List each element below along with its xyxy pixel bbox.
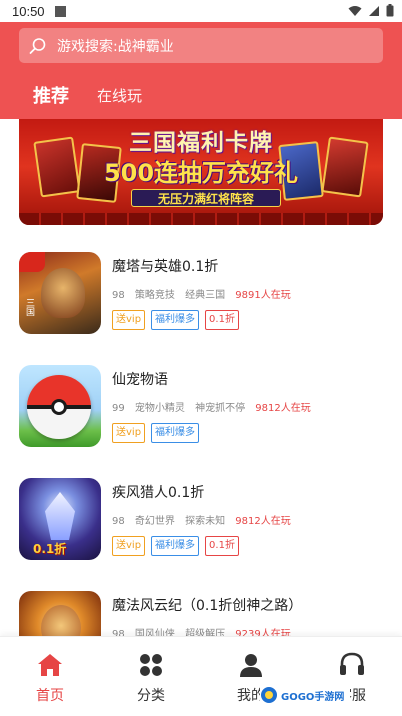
game-score: 98 [112,516,125,527]
game-item[interactable]: 0.1折 疾风猎人0.1折 98 奇幻世界 探索未知 9812人在玩 送vip … [0,466,402,566]
game-thumbnail: 三国 [19,252,101,334]
banner-title: 三国福利卡牌 [129,130,273,156]
game-meta: 99 宠物小精灵 神宠抓不停 9812人在玩 [112,399,318,414]
game-meta: 98 奇幻世界 探索未知 9812人在玩 [112,512,298,527]
grid-icon [140,654,162,676]
signal-icon [369,5,379,16]
tab-recommend[interactable]: 推荐 [33,82,69,108]
discount-corner [19,252,45,272]
banner-subtitle: 500连抽万充好礼 [103,159,299,187]
game-category: 策略竞技 [134,290,175,301]
headset-icon [340,652,364,675]
game-item[interactable]: 三国 魔塔与英雄0.1折 98 策略竞技 经典三国 9891人在玩 送vip 福… [0,240,402,340]
notification-icon [54,5,66,17]
thumbnail-label: 三国 [24,298,34,316]
game-meta: 98 策略竞技 经典三国 9891人在玩 [112,286,298,301]
game-tags: 送vip 福利爆多 0.1折 [112,310,245,330]
game-tags: 送vip 福利爆多 0.1折 [112,536,245,556]
game-title: 魔法风云纪（0.1折创神之路） [112,598,303,614]
tag-discount: 0.1折 [205,310,239,330]
app-header: 游戏搜索:战神霸业 推荐 在线玩 [0,22,402,119]
tag-vip: 送vip [112,423,146,443]
tag-welfare: 福利爆多 [151,310,200,330]
pokeball-button [51,399,67,415]
user-icon [240,654,262,677]
online-count: 9891人在玩 [235,290,291,301]
status-icons [348,4,394,17]
hero-figure [41,268,85,318]
tag-discount: 0.1折 [205,536,239,556]
tag-welfare: 福利爆多 [151,423,200,443]
search-input[interactable]: 游戏搜索:战神霸业 [19,28,383,63]
top-tabs: 推荐 在线玩 [33,82,142,108]
nav-category[interactable]: 分类 [101,637,201,716]
thumbnail-label: 0.1折 [33,542,67,556]
banner-border [19,213,383,225]
game-title: 仙宠物语 [112,372,168,388]
search-icon [29,37,46,54]
tab-play-online[interactable]: 在线玩 [97,85,142,106]
game-title: 疾风猎人0.1折 [112,485,205,501]
online-count: 9812人在玩 [255,403,311,414]
nav-home[interactable]: 首页 [0,637,100,716]
online-count: 9812人在玩 [235,516,291,527]
status-time: 10:50 [12,3,45,19]
status-bar: 10:50 [0,0,402,22]
game-score: 99 [112,403,125,414]
nav-label: 分类 [137,688,165,704]
site-watermark: GOGO手游网 [260,684,350,706]
game-tags: 送vip 福利爆多 [112,423,205,443]
watermark-logo-icon [261,687,277,703]
game-title: 魔塔与英雄0.1折 [112,259,219,275]
game-category: 神宠抓不停 [195,403,246,414]
game-category: 宠物小精灵 [134,403,185,414]
hero-figure [45,492,75,540]
game-score: 98 [112,290,125,301]
game-category: 奇幻世界 [134,516,175,527]
game-category: 经典三国 [185,290,226,301]
battery-icon [386,4,394,17]
game-item[interactable]: 仙宠物语 99 宠物小精灵 神宠抓不停 9812人在玩 送vip 福利爆多 [0,353,402,453]
game-thumbnail [19,365,101,447]
tag-vip: 送vip [112,310,146,330]
promo-banner[interactable]: 三国福利卡牌 500连抽万充好礼 无压力满红将阵容 [19,119,383,225]
search-placeholder: 游戏搜索:战神霸业 [57,38,174,55]
game-category: 探索未知 [185,516,226,527]
tag-vip: 送vip [112,536,146,556]
game-thumbnail: 0.1折 [19,478,101,560]
home-icon [38,654,62,676]
nav-label: 首页 [36,688,64,704]
banner-tagline: 无压力满红将阵容 [131,189,281,207]
tag-welfare: 福利爆多 [151,536,200,556]
watermark-text: GOGO手游网 [281,691,345,703]
wifi-icon [348,5,362,16]
